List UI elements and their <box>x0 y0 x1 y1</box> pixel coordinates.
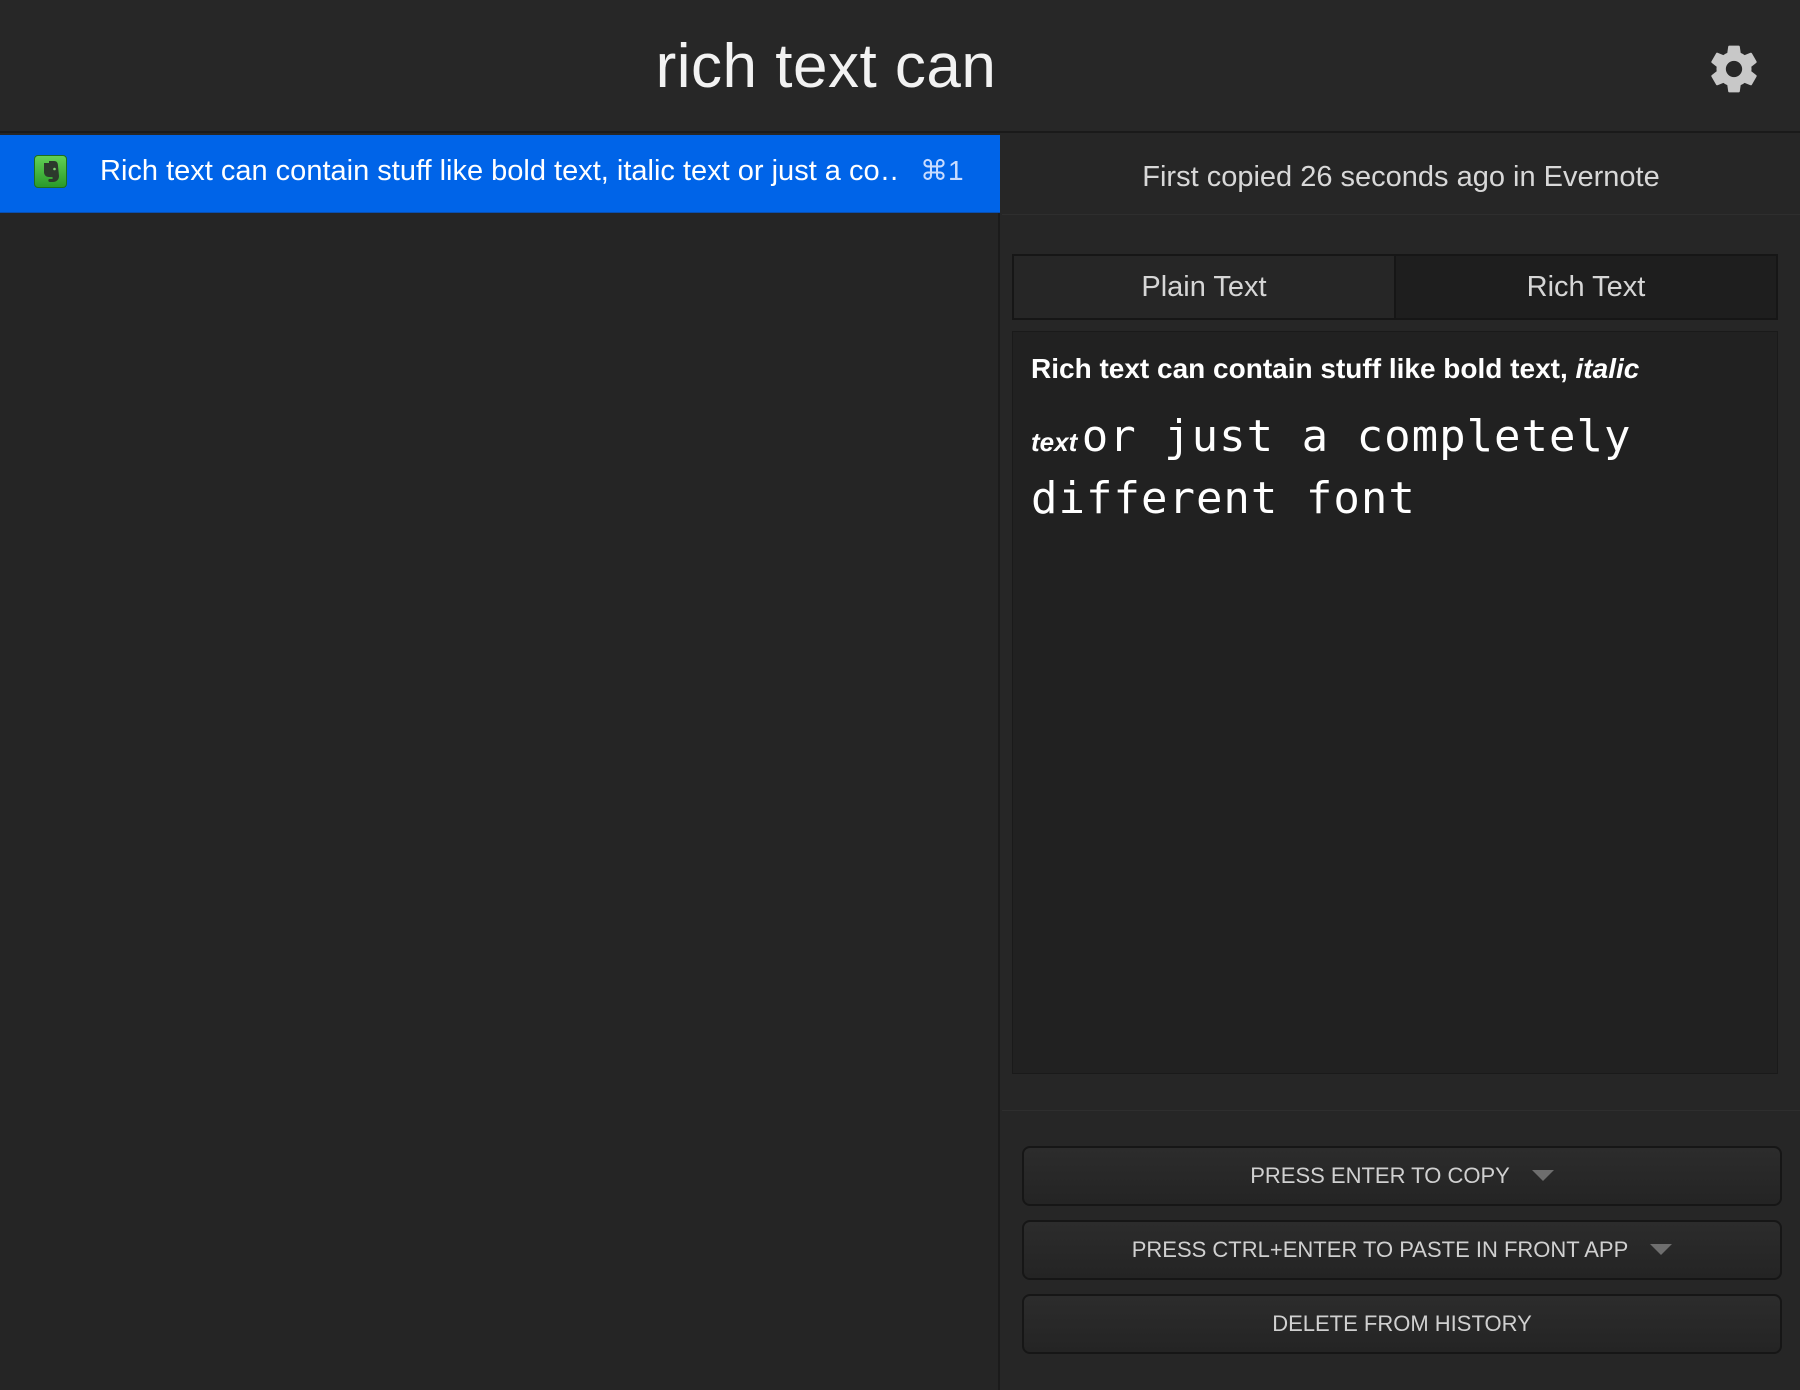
app-window: rich text can Rich text can contain stuf… <box>0 0 1800 1390</box>
preview-mono-text: or just a completely <box>1081 411 1632 462</box>
action-buttons: PRESS ENTER TO COPY PRESS CTRL+ENTER TO … <box>1002 1110 1800 1390</box>
paste-button[interactable]: PRESS CTRL+ENTER TO PASTE IN FRONT APP <box>1022 1220 1782 1280</box>
preview-mono-text: different font <box>1031 473 1416 524</box>
detail-panel: First copied 26 seconds ago in Evernote … <box>1002 135 1800 1390</box>
gear-icon[interactable] <box>1706 41 1762 97</box>
preview-italic-text: italic <box>1575 353 1640 384</box>
preview-line: Rich text can contain stuff like bold te… <box>1031 350 1759 388</box>
list-item-label: Rich text can contain stuff like bold te… <box>100 155 900 187</box>
preview-line: text or just a completely different font <box>1031 406 1759 530</box>
evernote-icon <box>34 155 67 188</box>
copy-button-label: PRESS ENTER TO COPY <box>1250 1163 1510 1188</box>
preview-bold-text: Rich text can contain stuff like bold te… <box>1031 353 1576 384</box>
copy-metadata: First copied 26 seconds ago in Evernote <box>1002 135 1800 215</box>
search-field[interactable]: rich text can <box>0 0 1652 133</box>
header: rich text can <box>0 0 1800 133</box>
list-item-shortcut: ⌘1 <box>920 155 964 186</box>
preview-italic-text: text <box>1031 427 1078 457</box>
list-item[interactable]: Rich text can contain stuff like bold te… <box>0 135 1000 213</box>
paste-button-label: PRESS CTRL+ENTER TO PASTE IN FRONT APP <box>1131 1237 1629 1262</box>
tab-rich-text[interactable]: Rich Text <box>1396 256 1776 318</box>
tab-plain-text[interactable]: Plain Text <box>1014 256 1396 318</box>
delete-button-label: DELETE FROM HISTORY <box>1272 1311 1532 1336</box>
copy-button[interactable]: PRESS ENTER TO COPY <box>1022 1146 1782 1206</box>
delete-button[interactable]: DELETE FROM HISTORY <box>1022 1294 1782 1354</box>
chevron-down-icon[interactable] <box>1531 1169 1554 1181</box>
chevron-down-icon[interactable] <box>1650 1243 1673 1255</box>
rich-text-preview: Rich text can contain stuff like bold te… <box>1012 331 1778 1074</box>
history-list: Rich text can contain stuff like bold te… <box>0 135 1000 1390</box>
format-tabs: Plain Text Rich Text <box>1012 254 1778 320</box>
